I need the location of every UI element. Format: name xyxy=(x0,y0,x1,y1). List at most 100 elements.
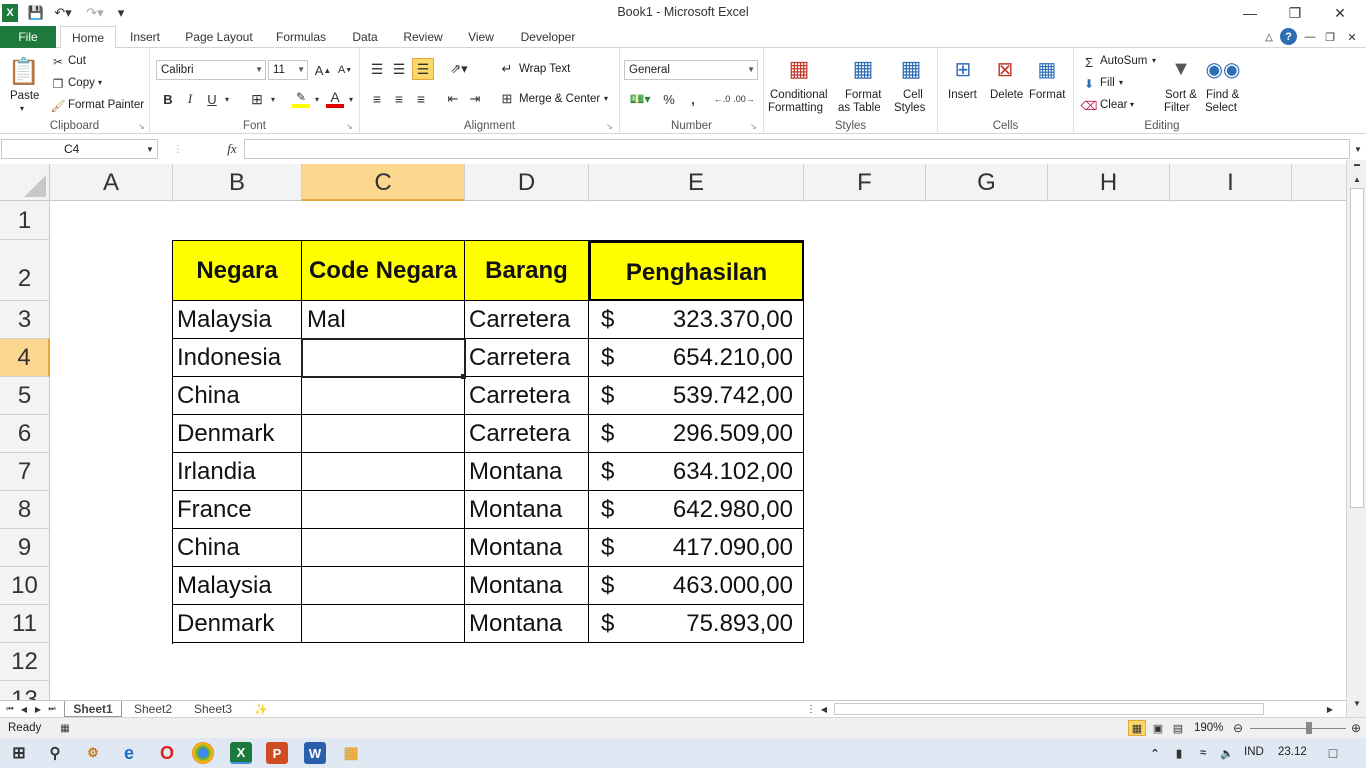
format-painter-button[interactable]: Format Painter xyxy=(68,99,144,111)
increase-indent-icon[interactable]: ⇥ xyxy=(466,90,484,108)
accounting-format-icon[interactable]: 💵▾ xyxy=(626,90,654,108)
volume-icon[interactable]: 🔈 xyxy=(1216,742,1238,764)
edge-browser-icon[interactable]: e xyxy=(118,742,140,764)
tab-developer[interactable]: Developer xyxy=(512,26,584,48)
minimize-workbook-icon[interactable]: — xyxy=(1302,29,1318,45)
app-shortcut-icon[interactable]: ⚙ xyxy=(82,742,104,764)
zoom-slider-track[interactable] xyxy=(1250,728,1346,729)
tab-home[interactable]: Home xyxy=(60,26,116,49)
fill-button[interactable]: Fill xyxy=(1100,77,1115,89)
macro-record-icon[interactable]: ▦ xyxy=(58,721,72,735)
number-launcher-icon[interactable]: ↘ xyxy=(750,122,757,131)
name-box-dropdown-icon[interactable]: ▼ xyxy=(144,143,156,155)
help-icon[interactable]: ? xyxy=(1280,28,1297,45)
scroll-left-icon[interactable]: ◀ xyxy=(818,702,830,716)
row-header-9[interactable]: 9 xyxy=(0,529,50,567)
select-all-corner[interactable] xyxy=(0,164,50,201)
formula-cancel-icon[interactable]: ⋮ xyxy=(166,141,190,157)
tab-insert[interactable]: Insert xyxy=(120,26,170,48)
font-color-dropdown-icon[interactable]: ▾ xyxy=(346,90,356,108)
show-hidden-icons-icon[interactable]: ⌃ xyxy=(1144,742,1166,764)
tab-data[interactable]: Data xyxy=(344,26,386,48)
horizontal-scroll-thumb[interactable] xyxy=(834,703,1264,715)
header-cell-barang[interactable]: Barang xyxy=(465,241,589,301)
percent-button[interactable]: % xyxy=(660,90,678,108)
table-cell-penghasilan[interactable]: $296.509,00 xyxy=(589,415,804,453)
binoculars-icon[interactable]: ◉◉ xyxy=(1206,54,1241,84)
row-header-1[interactable]: 1 xyxy=(0,201,50,240)
opera-browser-icon[interactable]: O xyxy=(156,742,178,764)
wifi-icon[interactable]: ≈ xyxy=(1192,742,1214,764)
fill-handle[interactable] xyxy=(461,374,466,379)
close-button[interactable]: ✕ xyxy=(1320,3,1360,23)
cell-styles-icon[interactable]: ▦ xyxy=(896,54,926,84)
table-cell-negara[interactable]: France xyxy=(173,491,302,529)
restore-workbook-icon[interactable]: ❐ xyxy=(1322,29,1338,45)
powerpoint-taskbar-icon[interactable]: P xyxy=(266,742,288,764)
conditional-label[interactable]: Conditional xyxy=(770,89,828,101)
minimize-button[interactable]: — xyxy=(1230,3,1270,23)
copy-dropdown-icon[interactable]: ▾ xyxy=(98,78,102,87)
table-cell-penghasilan[interactable]: $417.090,00 xyxy=(589,529,804,567)
shrink-font-icon[interactable]: A ▼ xyxy=(336,61,354,79)
table-cell-code[interactable] xyxy=(302,377,465,415)
table-cell-barang[interactable]: Montana xyxy=(465,605,589,643)
table-cell-barang[interactable]: Carretera xyxy=(465,415,589,453)
column-header-g[interactable]: G xyxy=(926,164,1048,201)
formatting-label[interactable]: Formatting xyxy=(768,102,823,114)
active-cell-selection[interactable] xyxy=(301,338,466,378)
fill-color-dropdown-icon[interactable]: ▾ xyxy=(312,90,322,108)
zoom-level[interactable]: 190% xyxy=(1194,722,1223,734)
sort-filter-icon[interactable]: ▼ xyxy=(1166,54,1196,84)
table-cell-penghasilan[interactable]: $463.000,00 xyxy=(589,567,804,605)
file-explorer-icon[interactable]: ▦ xyxy=(340,742,362,764)
column-header-b[interactable]: B xyxy=(173,164,302,201)
table-cell-code[interactable] xyxy=(302,415,465,453)
delete-cells-icon[interactable]: ⊠ xyxy=(990,54,1020,84)
format-cells-icon[interactable]: ▦ xyxy=(1032,54,1062,84)
conditional-formatting-icon[interactable]: ▦ xyxy=(784,54,814,84)
table-cell-code[interactable]: Mal xyxy=(302,301,465,339)
delete-cells-button[interactable]: Delete xyxy=(990,89,1023,101)
italic-button[interactable]: I xyxy=(182,90,198,108)
font-name-select[interactable]: Calibri ▼ xyxy=(156,60,266,80)
row-header-12[interactable]: 12 xyxy=(0,643,50,681)
tab-view[interactable]: View xyxy=(460,26,502,48)
clipboard-launcher-icon[interactable]: ↘ xyxy=(138,122,145,131)
table-cell-barang[interactable]: Carretera xyxy=(465,339,589,377)
insert-cells-icon[interactable]: ⊞ xyxy=(948,54,978,84)
filter-label[interactable]: Filter xyxy=(1164,102,1190,114)
table-cell-penghasilan[interactable]: $634.102,00 xyxy=(589,453,804,491)
merge-center-button[interactable]: Merge & Center xyxy=(519,93,600,105)
column-header-f[interactable]: F xyxy=(804,164,926,201)
font-color-icon[interactable]: A xyxy=(326,89,344,108)
next-sheet-icon[interactable]: ▶ xyxy=(32,702,44,716)
split-box-icon[interactable]: ▬ xyxy=(1351,162,1363,168)
table-cell-code[interactable] xyxy=(302,605,465,643)
find-label[interactable]: Find & xyxy=(1206,89,1239,101)
zoom-out-icon[interactable]: ⊖ xyxy=(1230,720,1246,736)
excel-taskbar-icon[interactable]: X xyxy=(230,742,252,764)
select-label[interactable]: Select xyxy=(1205,102,1237,114)
table-cell-negara[interactable]: Malaysia xyxy=(173,567,302,605)
font-size-select[interactable]: 11 ▼ xyxy=(268,60,308,80)
paste-icon[interactable]: 📋 xyxy=(8,54,40,88)
scroll-up-icon[interactable]: ▲ xyxy=(1350,172,1364,186)
borders-dropdown-icon[interactable]: ▾ xyxy=(268,90,278,108)
table-cell-negara[interactable]: Denmark xyxy=(173,415,302,453)
prev-sheet-icon[interactable]: ◀ xyxy=(18,702,30,716)
word-taskbar-icon[interactable]: W xyxy=(304,742,326,764)
scroll-right-icon[interactable]: ▶ xyxy=(1324,702,1336,716)
decrease-indent-icon[interactable]: ⇤ xyxy=(444,90,462,108)
column-header-i[interactable]: I xyxy=(1170,164,1292,201)
format-as-label[interactable]: Format xyxy=(845,89,881,101)
windows-start-icon[interactable]: ⊞ xyxy=(8,742,30,764)
comma-button[interactable]: , xyxy=(684,90,702,108)
copy-button[interactable]: Copy xyxy=(68,77,95,89)
table-cell-barang[interactable]: Carretera xyxy=(465,301,589,339)
row-header-7[interactable]: 7 xyxy=(0,453,50,491)
insert-sheet-icon[interactable]: ✨ xyxy=(252,702,270,716)
borders-icon[interactable]: ⊞ xyxy=(248,90,266,108)
table-cell-code[interactable] xyxy=(302,567,465,605)
table-cell-penghasilan[interactable]: $539.742,00 xyxy=(589,377,804,415)
